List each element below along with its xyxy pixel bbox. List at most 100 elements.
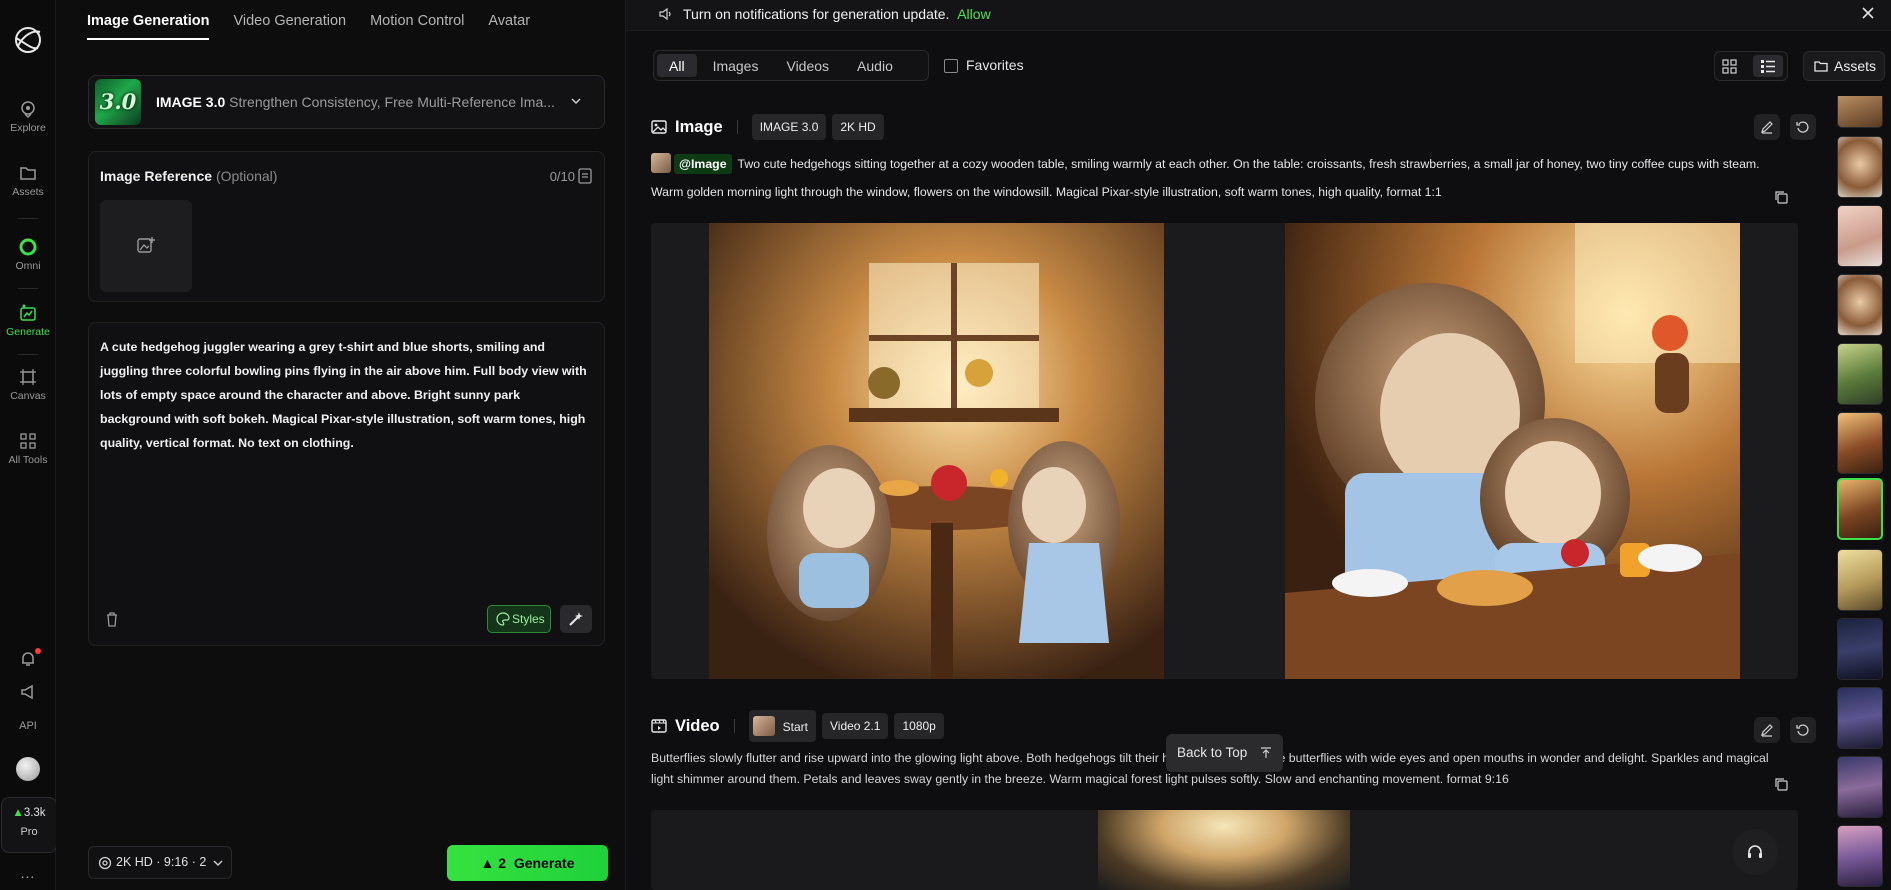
regenerate-button[interactable]	[1790, 717, 1816, 743]
more-menu-button[interactable]: ...	[0, 865, 56, 881]
video-frame	[1098, 810, 1350, 890]
rail-item-omni[interactable]: Omni	[0, 238, 56, 272]
history-thumbnail[interactable]	[1837, 825, 1883, 887]
video-model-chip: Video 2.1	[821, 713, 889, 739]
history-thumbnail[interactable]	[1837, 343, 1883, 405]
refresh-icon	[1796, 121, 1809, 133]
credits-count: ▲3.3k	[2, 807, 56, 819]
generation-tabs: Image Generation Video Generation Motion…	[87, 0, 530, 42]
support-button[interactable]	[1732, 829, 1778, 875]
rail-item-all-tools[interactable]: All Tools	[0, 432, 56, 466]
video-result-preview[interactable]	[651, 810, 1798, 890]
favorites-checkbox[interactable]	[944, 59, 958, 73]
add-image-icon	[137, 237, 155, 253]
tab-motion-control[interactable]: Motion Control	[370, 0, 464, 40]
rail-label-canvas: Canvas	[10, 390, 46, 402]
history-thumbnail-selected[interactable]	[1837, 478, 1883, 540]
notifications-bell-button[interactable]	[0, 650, 56, 672]
result-image-1[interactable]	[709, 223, 1164, 679]
canvas-icon	[20, 369, 36, 385]
image-icon	[651, 120, 667, 134]
explore-icon	[21, 101, 35, 118]
refresh-icon	[1796, 724, 1809, 736]
output-settings-value: 2K HD · 9:16 · 2	[116, 855, 207, 869]
prompt-text[interactable]: A cute hedgehog juggler wearing a grey t…	[100, 335, 590, 455]
history-thumbnail[interactable]	[1837, 96, 1883, 128]
image-reference-optional: (Optional)	[215, 168, 278, 184]
bell-icon	[22, 652, 34, 666]
rail-item-explore[interactable]: Explore	[0, 100, 56, 134]
allow-notifications-link[interactable]: Allow	[957, 6, 990, 22]
rail-label-all-tools: All Tools	[8, 454, 48, 466]
announcements-button[interactable]	[0, 683, 56, 705]
chevron-down-icon	[213, 860, 223, 866]
history-thumbnail[interactable]	[1837, 412, 1883, 474]
regenerate-button[interactable]	[1790, 114, 1816, 140]
rail-item-generate[interactable]: Generate	[0, 304, 56, 338]
close-icon[interactable]	[1861, 6, 1875, 20]
history-thumbnail[interactable]	[1837, 549, 1883, 611]
omni-ring-icon	[19, 238, 37, 256]
generation-panel: Image Generation Video Generation Motion…	[56, 0, 626, 890]
grid-view-icon[interactable]	[1722, 59, 1737, 74]
filter-audio[interactable]: Audio	[845, 54, 905, 77]
image-section-title: Image	[675, 117, 723, 136]
rail-label-assets: Assets	[12, 186, 44, 198]
filter-videos[interactable]: Videos	[774, 54, 841, 77]
model-chip: IMAGE 3.0	[751, 114, 827, 140]
model-selector[interactable]: 3.0 IMAGE 3.0 Strengthen Consistency, Fr…	[88, 75, 605, 129]
rail-item-assets[interactable]: Assets	[0, 164, 56, 198]
generate-label: Generate	[513, 855, 575, 871]
history-thumbnail[interactable]	[1837, 756, 1883, 818]
history-thumbnail[interactable]	[1837, 274, 1883, 336]
list-view-button[interactable]	[1753, 55, 1783, 77]
prompt-enhance-button[interactable]	[560, 605, 592, 633]
notification-message: Turn on notifications for generation upd…	[683, 6, 991, 22]
styles-button[interactable]: Styles	[487, 605, 551, 633]
upload-reference-button[interactable]	[100, 200, 192, 292]
edit-button[interactable]	[1754, 114, 1780, 140]
favorites-label: Favorites	[966, 57, 1024, 73]
app-logo-icon[interactable]	[12, 24, 44, 56]
history-thumbnail[interactable]	[1837, 687, 1883, 749]
model-title: IMAGE 3.0 Strengthen Consistency, Free M…	[156, 94, 555, 110]
result-image-2[interactable]	[1285, 223, 1740, 679]
history-thumbnail[interactable]	[1837, 136, 1883, 198]
image-results	[651, 223, 1798, 679]
assets-label: Assets	[1834, 58, 1877, 74]
image-prompt: @Image Two cute hedgehogs sitting togethe…	[651, 150, 1791, 206]
divider	[736, 120, 738, 134]
back-to-top-label: Back to Top	[1177, 745, 1248, 760]
rail-item-api[interactable]: API	[0, 720, 56, 732]
avatar[interactable]	[16, 757, 40, 781]
megaphone-icon	[21, 684, 33, 700]
favorites-toggle[interactable]: Favorites	[944, 57, 1024, 73]
image-reference-tag[interactable]: @Image	[674, 154, 732, 174]
edit-button[interactable]	[1754, 717, 1780, 743]
history-thumbnail[interactable]	[1837, 205, 1883, 267]
copy-icon[interactable]	[1774, 190, 1788, 204]
history-thumbnail[interactable]	[1837, 618, 1883, 680]
back-to-top-button[interactable]: Back to Top	[1166, 734, 1283, 772]
tab-image-generation[interactable]: Image Generation	[87, 0, 210, 40]
notification-dot	[35, 648, 41, 654]
start-frame-label: Start	[782, 720, 808, 734]
trash-icon[interactable]	[105, 611, 119, 627]
assets-button[interactable]: Assets	[1803, 51, 1885, 81]
credits-plan-badge[interactable]: ▲3.3k Pro	[1, 797, 57, 853]
flame-icon: ▲	[480, 855, 495, 871]
filter-images[interactable]: Images	[701, 54, 771, 77]
prompt-editor[interactable]: A cute hedgehog juggler wearing a grey t…	[88, 322, 605, 646]
tab-video-generation[interactable]: Video Generation	[233, 0, 346, 40]
rail-label-omni: Omni	[15, 260, 41, 272]
reference-thumbnail	[651, 153, 671, 173]
tab-avatar[interactable]: Avatar	[488, 0, 530, 40]
reference-library-icon[interactable]	[578, 168, 592, 184]
copy-icon[interactable]	[1774, 777, 1788, 791]
output-settings-dropdown[interactable]: 2K HD · 9:16 · 2	[88, 846, 232, 879]
rail-divider	[18, 288, 38, 289]
filter-all[interactable]: All	[657, 54, 697, 77]
list-view-icon	[1761, 60, 1775, 73]
rail-item-canvas[interactable]: Canvas	[0, 368, 56, 402]
generate-button[interactable]: ▲ 2 Generate	[447, 845, 608, 881]
